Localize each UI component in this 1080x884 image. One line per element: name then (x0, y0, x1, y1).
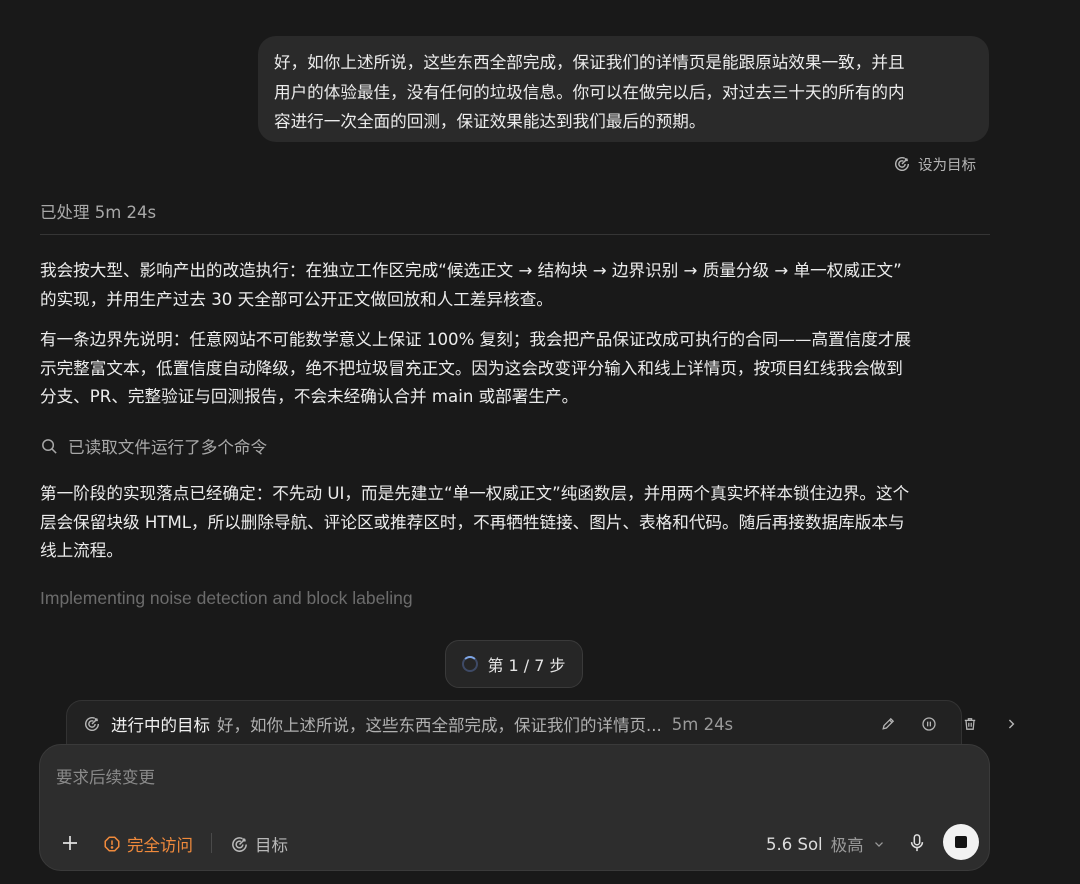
pause-goal-button[interactable] (908, 714, 949, 734)
active-goal-text: 好，如你上述所说，这些东西全部完成，保证我们的详情页... (217, 716, 662, 735)
toolbar-divider (211, 833, 212, 853)
target-icon (895, 157, 910, 172)
composer: 完全访问 目标 5.6 Sol 极高 (39, 744, 990, 871)
pencil-icon (881, 717, 894, 730)
microphone-icon (910, 834, 924, 852)
goal-button[interactable]: 目标 (230, 832, 288, 856)
assistant-paragraph-2: 有一条边界先说明：任意网站不可能数学意义上保证 100% 复刻；我会把产品保证改… (40, 326, 990, 412)
add-attachment-button[interactable] (59, 832, 81, 854)
pause-icon (921, 717, 936, 731)
paragraph-line: 层会保留块级 HTML，所以删除导航、评论区或推荐区时，不再牺牲链接、图片、表格… (40, 512, 905, 532)
paragraph-line: 第一阶段的实现落点已经确定：不先动 UI，而是先建立“单一权威正文”纯函数层，并… (40, 484, 910, 503)
paragraph-line: 线上流程。 (40, 541, 123, 560)
user-message-line: 用户的体验最佳，没有任何的垃圾信息。你可以在做完以后，对过去三十天的所有的内 (274, 82, 905, 102)
stop-icon (955, 836, 967, 848)
tool-activity-summary[interactable]: 已读取文件运行了多个命令 (40, 433, 267, 459)
assistant-paragraph-3: 第一阶段的实现落点已经确定：不先动 UI，而是先建立“单一权威正文”纯函数层，并… (40, 480, 990, 566)
set-goal-label: 设为目标 (918, 157, 976, 174)
chevron-down-icon (874, 842, 883, 847)
spinner-icon (462, 656, 479, 672)
warning-icon (104, 836, 120, 852)
tool-summary-text: 已读取文件运行了多个命令 (68, 438, 268, 457)
user-message-bubble: 好，如你上述所说，这些东西全部完成，保证我们的详情页是能跟原站效果一致，并且 用… (258, 36, 989, 142)
paragraph-line: 的实现，并用生产过去 30 天全部可公开正文做回放和人工差异核查。 (40, 289, 553, 309)
plus-icon (63, 836, 77, 850)
target-icon (85, 717, 100, 732)
search-icon (42, 438, 57, 454)
active-goal-time: 5m 24s (671, 714, 734, 734)
chat-page: 好，如你上述所说，这些东西全部完成，保证我们的详情页是能跟原站效果一致，并且 用… (0, 0, 1080, 884)
thinking-status: Implementing noise detection and block l… (40, 588, 413, 608)
access-mode-button[interactable]: 完全访问 (103, 832, 193, 856)
paragraph-line: 示完整富文本，低置信度自动降级，绝不把垃圾冒充正文。因为这会改变评分输入和线上详… (40, 358, 903, 378)
user-message-line: 好，如你上述所说，这些东西全部完成，保证我们的详情页是能跟原站效果一致，并且 (274, 53, 905, 72)
model-selector[interactable]: 5.6 Sol 极高 (766, 832, 886, 856)
step-progress: 第 1 / 7 步 (445, 640, 583, 688)
user-message-line: 容进行一次全面的回测，保证效果能达到我们最后的预期。 (274, 112, 706, 131)
follow-up-input[interactable] (56, 763, 956, 791)
paragraph-line: 我会按大型、影响产出的改造执行：在独立工作区完成“候选正文 → 结构块 → 边界… (40, 261, 902, 280)
reasoning-level: 极高 (830, 836, 864, 855)
paragraph-line: 分支、PR、完整验证与回测报告，不会未经确认合并 main 或部署生产。 (40, 387, 579, 406)
set-goal-button[interactable]: 设为目标 (893, 153, 976, 175)
model-name: 5.6 Sol (766, 834, 823, 854)
paragraph-line: 有一条边界先说明：任意网站不可能数学意义上保证 100% 复刻；我会把产品保证改… (40, 330, 912, 349)
processed-duration: 已处理 5m 24s (40, 203, 157, 222)
active-goal-label: 进行中的目标 (111, 716, 210, 735)
trash-icon (964, 718, 975, 730)
edit-goal-button[interactable] (867, 714, 908, 734)
access-mode-label: 完全访问 (127, 836, 193, 855)
assistant-paragraph-1: 我会按大型、影响产出的改造执行：在独立工作区完成“候选正文 → 结构块 → 边界… (40, 257, 990, 314)
chevron-right-icon (1008, 719, 1014, 729)
voice-input-button[interactable] (906, 832, 928, 854)
goal-button-label: 目标 (255, 836, 288, 855)
expand-goal-button[interactable] (990, 714, 1031, 734)
step-label: 第 1 / 7 步 (487, 656, 566, 675)
stop-button[interactable] (943, 824, 979, 860)
target-icon (232, 836, 247, 852)
divider (40, 234, 990, 235)
delete-goal-button[interactable] (949, 714, 990, 734)
